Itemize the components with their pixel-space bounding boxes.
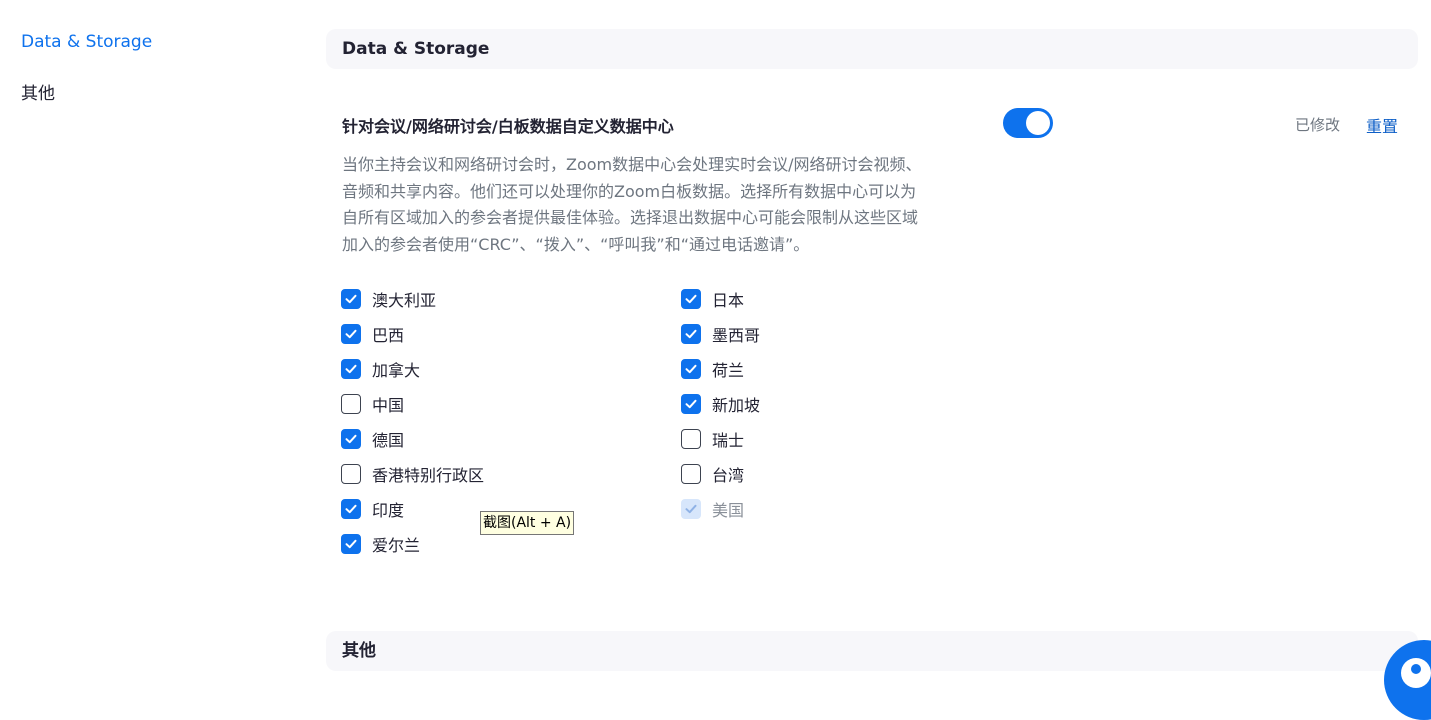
region-label: 印度 bbox=[372, 501, 405, 520]
region-label: 荷兰 bbox=[712, 361, 745, 380]
region-label: 新加坡 bbox=[712, 396, 761, 415]
checkbox-checked-icon[interactable] bbox=[681, 394, 701, 414]
region-label: 澳大利亚 bbox=[372, 291, 437, 310]
region-label: 美国 bbox=[712, 501, 745, 520]
checkbox-unchecked-icon[interactable] bbox=[341, 464, 361, 484]
region-checkbox-switzerland[interactable]: 瑞士 bbox=[681, 428, 744, 450]
region-checkbox-canada[interactable]: 加拿大 bbox=[341, 358, 420, 380]
checkbox-disabled-checked-icon bbox=[681, 499, 701, 519]
region-label: 中国 bbox=[372, 396, 405, 415]
checkbox-unchecked-icon[interactable] bbox=[341, 394, 361, 414]
region-label: 台湾 bbox=[712, 466, 745, 485]
region-checkbox-china[interactable]: 中国 bbox=[341, 393, 404, 415]
region-label: 日本 bbox=[712, 291, 745, 310]
screenshot-tooltip: 截图(Alt + A) bbox=[480, 511, 575, 535]
checkbox-checked-icon[interactable] bbox=[681, 289, 701, 309]
custom-data-center-toggle[interactable] bbox=[1003, 108, 1053, 138]
checkbox-checked-icon[interactable] bbox=[341, 499, 361, 519]
checkbox-unchecked-icon[interactable] bbox=[681, 429, 701, 449]
help-person-icon bbox=[1401, 658, 1431, 688]
checkbox-checked-icon[interactable] bbox=[341, 289, 361, 309]
region-checkbox-singapore[interactable]: 新加坡 bbox=[681, 393, 760, 415]
checkbox-checked-icon[interactable] bbox=[681, 324, 701, 344]
region-label: 墨西哥 bbox=[712, 326, 761, 345]
region-checkbox-ireland[interactable]: 爱尔兰 bbox=[341, 533, 420, 555]
region-checkbox-hong-kong[interactable]: 香港特别行政区 bbox=[341, 463, 484, 485]
setting-title: 针对会议/网络研讨会/白板数据自定义数据中心 bbox=[342, 117, 674, 136]
checkbox-checked-icon[interactable] bbox=[341, 359, 361, 379]
region-checkbox-mexico[interactable]: 墨西哥 bbox=[681, 323, 760, 345]
region-checkbox-japan[interactable]: 日本 bbox=[681, 288, 744, 310]
region-checkbox-germany[interactable]: 德国 bbox=[341, 428, 404, 450]
region-label: 爱尔兰 bbox=[372, 536, 421, 555]
region-checkbox-india[interactable]: 印度 bbox=[341, 498, 404, 520]
region-checkbox-brazil[interactable]: 巴西 bbox=[341, 323, 404, 345]
region-checkbox-taiwan[interactable]: 台湾 bbox=[681, 463, 744, 485]
reset-link[interactable]: 重置 bbox=[1366, 113, 1398, 137]
region-checkbox-united-states: 美国 bbox=[681, 498, 744, 520]
region-label: 香港特别行政区 bbox=[372, 466, 485, 485]
description-line: 当你主持会议和网络研讨会时，Zoom数据中心会处理实时会议/网络研讨会视频、 bbox=[342, 155, 922, 174]
checkbox-unchecked-icon[interactable] bbox=[681, 464, 701, 484]
description-line: 加入的参会者使用“CRC”、“拨入”、“呼叫我”和“通过电话邀请”。 bbox=[342, 234, 810, 254]
modified-label: 已修改 bbox=[1295, 116, 1341, 134]
checkbox-checked-icon[interactable] bbox=[341, 324, 361, 344]
region-label: 德国 bbox=[372, 431, 405, 450]
sidebar-item-data-storage[interactable]: Data & Storage bbox=[21, 32, 152, 52]
setting-description: 当你主持会议和网络研讨会时，Zoom数据中心会处理实时会议/网络研讨会视频、 音… bbox=[342, 152, 982, 258]
toggle-knob bbox=[1026, 111, 1050, 135]
section-header-data-storage: Data & Storage bbox=[326, 29, 1418, 69]
checkbox-checked-icon[interactable] bbox=[341, 429, 361, 449]
description-line: 音频和共享内容。他们还可以处理你的Zoom白板数据。选择所有数据中心可以为 bbox=[342, 181, 917, 201]
region-checkbox-australia[interactable]: 澳大利亚 bbox=[341, 288, 436, 310]
sidebar-item-other[interactable]: 其他 bbox=[21, 79, 55, 104]
region-label: 巴西 bbox=[372, 326, 405, 345]
region-label: 加拿大 bbox=[372, 361, 421, 380]
checkbox-checked-icon[interactable] bbox=[341, 534, 361, 554]
settings-sidebar: Data & Storage 其他 bbox=[0, 0, 300, 686]
section-header-other: 其他 bbox=[326, 631, 1418, 671]
region-label: 瑞士 bbox=[712, 431, 745, 450]
region-checkbox-netherlands[interactable]: 荷兰 bbox=[681, 358, 744, 380]
description-line: 自所有区域加入的参会者提供最佳体验。选择退出数据中心可能会限制从这些区域 bbox=[342, 208, 919, 227]
checkbox-checked-icon[interactable] bbox=[681, 359, 701, 379]
